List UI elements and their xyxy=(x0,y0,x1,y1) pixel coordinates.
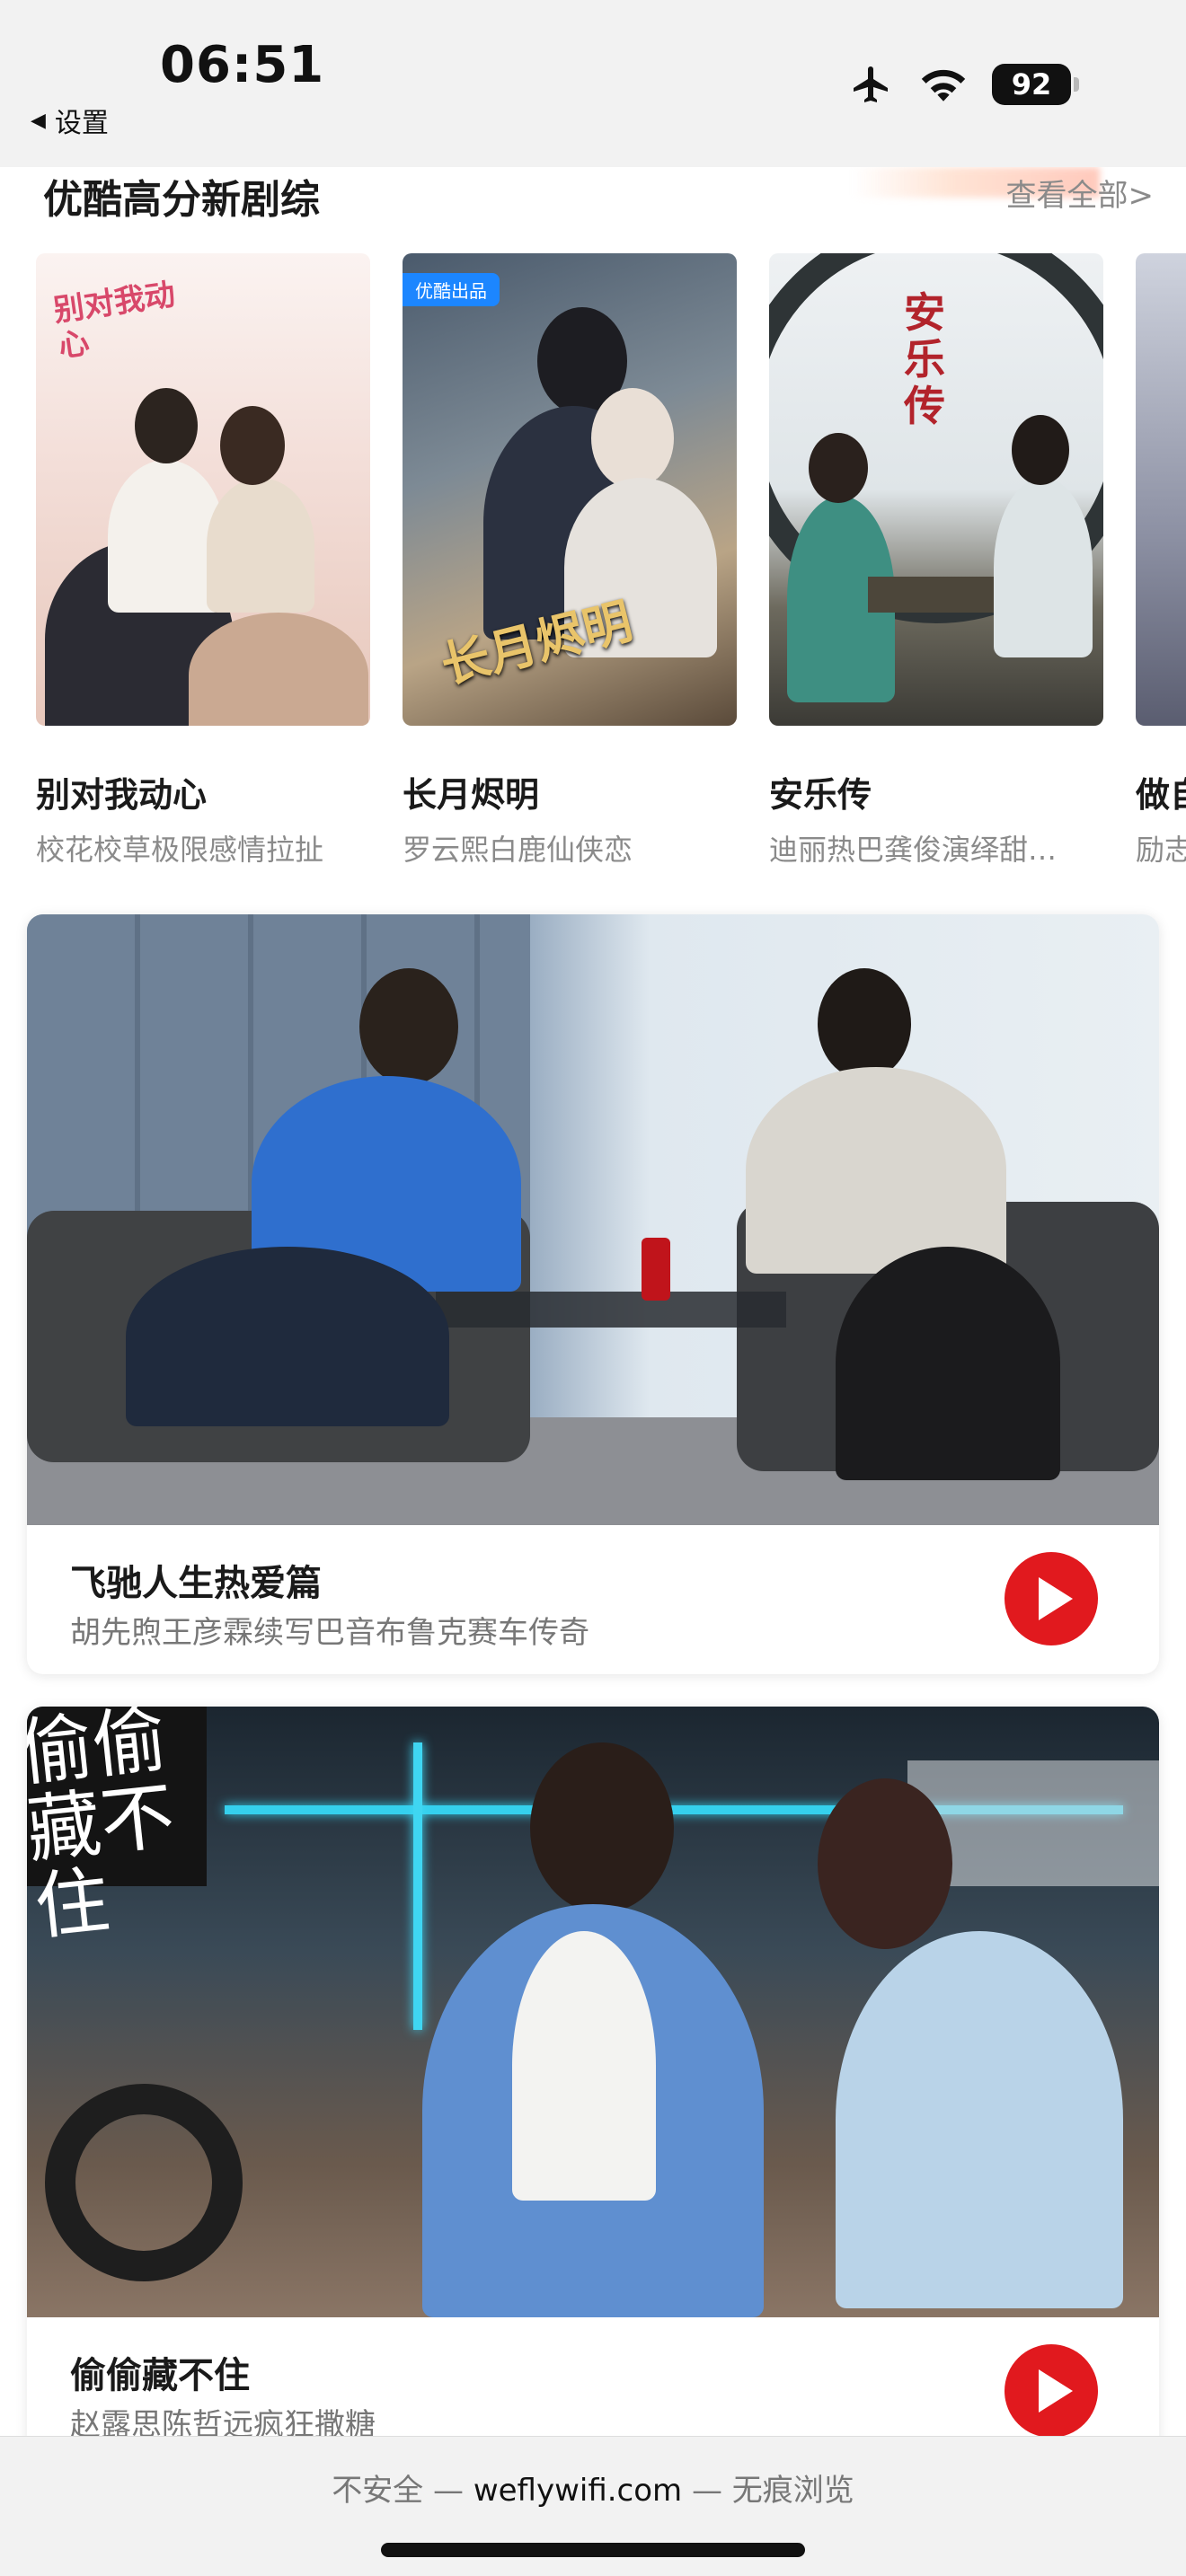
url-separator: — xyxy=(433,2473,464,2509)
show-carousel[interactable]: 别对我动心 别对我动心 校花校草极限感情拉扯 优酷出品 长月烬明 长月烬明 罗云… xyxy=(0,253,1186,864)
show-desc: 迪丽热巴龚俊演绎甜… xyxy=(769,833,1058,864)
browser-page: 06:51 ◀ 设置 92 优酷高分新剧综 查看全部> 别对我动心 别对我动心 … xyxy=(0,0,1186,2576)
poster-title-art: 别对我动心 xyxy=(51,276,178,366)
show-poster[interactable]: 优酷出品 长月烬明 xyxy=(403,253,737,726)
feature-card[interactable]: 偷偷藏不住 偷偷藏不住 赵露思陈哲远疯狂撒糖 xyxy=(27,1707,1159,2466)
back-triangle-icon: ◀ xyxy=(31,109,46,132)
airplane-icon xyxy=(854,66,888,102)
status-bar: 06:51 ◀ 设置 92 xyxy=(0,0,1186,167)
home-indicator[interactable] xyxy=(381,2543,805,2557)
play-button[interactable] xyxy=(1005,2344,1098,2438)
status-icons: 92 xyxy=(848,63,1079,106)
feature-card[interactable]: 飞驰人生热爱篇 胡先煦王彦霖续写巴音布鲁克赛车传奇 xyxy=(27,914,1159,1674)
browsing-mode: 无痕浏览 xyxy=(731,2473,854,2509)
feature-title: 偷偷藏不住 xyxy=(70,2355,250,2396)
feature-title: 飞驰人生热爱篇 xyxy=(70,1563,322,1604)
show-card[interactable]: 优酷出品 长月烬明 长月烬明 罗云熙白鹿仙侠恋 xyxy=(403,253,737,864)
original-badge: 优酷出品 xyxy=(403,273,500,306)
feature-image[interactable]: 偷偷藏不住 xyxy=(27,1707,1159,2317)
url-domain[interactable]: weflywifi.com xyxy=(474,2473,682,2509)
play-icon xyxy=(1039,2369,1073,2413)
feature-image[interactable] xyxy=(27,914,1159,1525)
show-title: 做自 xyxy=(1136,775,1186,815)
feature-desc: 胡先煦王彦霖续写巴音布鲁克赛车传奇 xyxy=(70,1615,589,1651)
battery-level: 92 xyxy=(1011,67,1052,101)
show-desc: 罗云熙白鹿仙侠恋 xyxy=(403,833,633,864)
browser-url-bar[interactable]: 不安全 — weflywifi.com — 无痕浏览 xyxy=(0,2436,1186,2576)
show-poster[interactable] xyxy=(1136,253,1186,726)
show-card[interactable]: 安乐传 安乐传 迪丽热巴龚俊演绎甜… xyxy=(769,253,1103,864)
show-title: 安乐传 xyxy=(769,775,872,815)
status-time: 06:51 xyxy=(160,36,325,94)
show-card[interactable]: 做自 励志 xyxy=(1136,253,1186,864)
wifi-icon xyxy=(921,69,966,101)
battery-icon: 92 xyxy=(992,64,1079,105)
show-poster[interactable]: 别对我动心 xyxy=(36,253,370,726)
show-title: 别对我动心 xyxy=(36,775,208,815)
show-poster[interactable]: 安乐传 xyxy=(769,253,1103,726)
show-title: 长月烬明 xyxy=(403,775,540,815)
back-to-settings[interactable]: ◀ 设置 xyxy=(31,101,109,140)
poster-title-art: 偷偷藏不住 xyxy=(27,1707,179,1951)
view-all-link[interactable]: 查看全部> xyxy=(1006,171,1155,215)
url-line[interactable]: 不安全 — weflywifi.com — 无痕浏览 xyxy=(0,2466,1186,2510)
section-header: 优酷高分新剧综 查看全部> xyxy=(0,167,1186,223)
security-status: 不安全 xyxy=(332,2473,424,2509)
show-desc: 校花校草极限感情拉扯 xyxy=(36,833,324,864)
back-label: 设置 xyxy=(54,108,109,139)
show-card[interactable]: 别对我动心 别对我动心 校花校草极限感情拉扯 xyxy=(36,253,370,864)
feature-info: 飞驰人生热爱篇 胡先煦王彦霖续写巴音布鲁克赛车传奇 xyxy=(27,1525,1159,1674)
show-desc: 励志 xyxy=(1136,833,1186,864)
play-button[interactable] xyxy=(1005,1552,1098,1645)
section-title: 优酷高分新剧综 xyxy=(43,177,320,223)
play-icon xyxy=(1039,1577,1073,1620)
url-separator: — xyxy=(691,2473,722,2509)
poster-title-art: 安乐传 xyxy=(904,288,945,430)
